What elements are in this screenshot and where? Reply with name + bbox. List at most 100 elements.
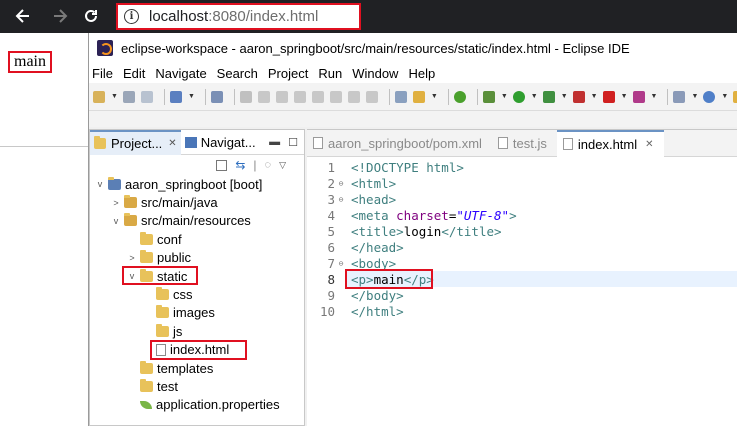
- menu-window[interactable]: Window: [352, 66, 398, 81]
- chevron-down-icon[interactable]: v: [126, 271, 138, 281]
- chevron-down-icon[interactable]: ▼: [431, 93, 438, 100]
- tree-item-js[interactable]: js: [90, 322, 304, 340]
- debug-icon[interactable]: [482, 90, 495, 103]
- line-number: 4: [327, 207, 335, 223]
- suspend-icon[interactable]: [257, 90, 270, 103]
- tree-item-project[interactable]: v aaron_springboot [boot]: [90, 175, 304, 193]
- code-text: <!DOCTYPE html>: [351, 159, 464, 175]
- close-icon[interactable]: ✕: [168, 138, 176, 149]
- focus-icon[interactable]: ◌: [265, 159, 272, 171]
- chevron-down-icon[interactable]: ▼: [561, 93, 568, 100]
- tree-item-label: static: [157, 268, 188, 284]
- toolbar-separator: [388, 88, 390, 105]
- link-with-editor-icon[interactable]: ⇆: [235, 158, 245, 172]
- chevron-right-icon[interactable]: >: [110, 198, 122, 208]
- step-over-icon[interactable]: [329, 90, 342, 103]
- boot-dashboard-icon[interactable]: [453, 90, 466, 103]
- tab-project-explorer[interactable]: Project... ✕: [90, 129, 181, 155]
- code-editor[interactable]: 1 <!DOCTYPE html> 2 ⊖ <html> 3 ⊖ <head> 4 …: [307, 157, 737, 319]
- code-line: 1 <!DOCTYPE html>: [307, 159, 737, 175]
- coverage-icon[interactable]: [542, 90, 555, 103]
- spring-icon[interactable]: [412, 90, 425, 103]
- chevron-down-icon[interactable]: ▼: [691, 93, 698, 100]
- fold-icon[interactable]: ⊖: [337, 179, 345, 188]
- save-icon[interactable]: [122, 90, 135, 103]
- tab-navigator[interactable]: Navigat...: [181, 130, 260, 155]
- external-tools-icon[interactable]: [572, 90, 585, 103]
- save-all-icon[interactable]: [140, 90, 153, 103]
- fold-icon[interactable]: ⊖: [337, 195, 345, 204]
- tree-item-src-main-java[interactable]: > src/main/java: [90, 193, 304, 211]
- tree-item-src-main-resources[interactable]: v src/main/resources: [90, 212, 304, 230]
- chevron-right-icon[interactable]: >: [126, 253, 138, 263]
- step-into-icon[interactable]: [311, 90, 324, 103]
- collapse-all-icon[interactable]: [216, 159, 228, 171]
- properties-file-icon: [140, 400, 152, 409]
- minimize-icon[interactable]: ▬: [269, 136, 280, 148]
- menu-edit[interactable]: Edit: [123, 66, 145, 81]
- code-text: <meta charset="UTF-8">: [351, 207, 517, 223]
- chevron-down-icon[interactable]: ▼: [111, 93, 118, 100]
- fold-icon[interactable]: ⊖: [337, 259, 345, 268]
- chevron-down-icon[interactable]: v: [94, 179, 106, 189]
- menu-bar: File Edit Navigate Search Project Run Wi…: [89, 63, 737, 83]
- chevron-down-icon[interactable]: ▼: [651, 93, 658, 100]
- tab-test-js[interactable]: test.js: [492, 130, 557, 157]
- maximize-icon[interactable]: ☐: [288, 136, 298, 149]
- code-line: 9 </body>: [307, 287, 737, 303]
- new-wizard-icon[interactable]: [673, 90, 686, 103]
- close-icon[interactable]: ✕: [645, 139, 653, 150]
- tree-item-images[interactable]: images: [90, 304, 304, 322]
- tab-pom-xml[interactable]: aaron_springboot/pom.xml: [307, 130, 492, 157]
- tree-item-templates[interactable]: templates: [90, 359, 304, 377]
- tab-index-html[interactable]: index.html ✕: [556, 129, 664, 157]
- disconnect-icon[interactable]: [293, 90, 306, 103]
- new-icon[interactable]: [93, 90, 105, 103]
- code-text: <body>: [351, 255, 397, 271]
- code-text: </body>: [351, 287, 404, 303]
- tree-item-test[interactable]: test: [90, 377, 304, 395]
- tree-item-conf[interactable]: conf: [90, 230, 304, 248]
- info-icon[interactable]: i: [124, 9, 139, 24]
- tree-item-index-html[interactable]: index.html: [90, 339, 304, 360]
- chevron-down-icon[interactable]: ▼: [721, 93, 728, 100]
- chevron-down-icon[interactable]: ▼: [501, 93, 508, 100]
- chevron-down-icon[interactable]: ▼: [188, 93, 195, 100]
- back-button[interactable]: [12, 5, 34, 27]
- line-number: 10: [319, 303, 335, 319]
- tab-label: Project...: [111, 135, 163, 151]
- resume-icon[interactable]: [239, 90, 252, 103]
- project-tree: v aaron_springboot [boot] > src/main/jav…: [90, 175, 304, 414]
- skip-breakpoints-icon[interactable]: [210, 90, 223, 103]
- menu-help[interactable]: Help: [408, 66, 435, 81]
- tree-item-public[interactable]: > public: [90, 249, 304, 267]
- run-icon[interactable]: [512, 90, 525, 103]
- chevron-down-icon[interactable]: ▼: [531, 93, 538, 100]
- step-return-icon[interactable]: [347, 90, 360, 103]
- menu-file[interactable]: File: [92, 66, 113, 81]
- tree-item-css[interactable]: css: [90, 285, 304, 303]
- forward-button[interactable]: [49, 5, 71, 27]
- view-menu-icon[interactable]: ▽: [279, 160, 286, 171]
- terminate-icon[interactable]: [275, 90, 288, 103]
- menu-navigate[interactable]: Navigate: [155, 66, 206, 81]
- tree-item-application-properties[interactable]: application.properties: [90, 396, 304, 414]
- tree-item-static[interactable]: v static: [90, 265, 304, 285]
- web-browser-icon[interactable]: [703, 90, 716, 103]
- menu-search[interactable]: Search: [217, 66, 258, 81]
- reload-button[interactable]: [80, 5, 102, 27]
- chevron-down-icon[interactable]: v: [110, 216, 122, 226]
- open-folder-icon[interactable]: [733, 90, 737, 103]
- address-bar[interactable]: i localhost:8080/index.html: [116, 3, 361, 30]
- menu-run[interactable]: Run: [318, 66, 342, 81]
- chevron-down-icon[interactable]: ▼: [621, 93, 628, 100]
- stop-icon[interactable]: [602, 90, 615, 103]
- drop-to-frame-icon[interactable]: [365, 90, 378, 103]
- menu-project[interactable]: Project: [268, 66, 308, 81]
- eclipse-window: eclipse-workspace - aaron_springboot/src…: [88, 33, 737, 426]
- task-list-icon[interactable]: [394, 90, 407, 103]
- tree-item-label: templates: [157, 360, 214, 376]
- console-icon[interactable]: [169, 90, 182, 103]
- launch-icon[interactable]: [632, 90, 645, 103]
- chevron-down-icon[interactable]: ▼: [591, 93, 598, 100]
